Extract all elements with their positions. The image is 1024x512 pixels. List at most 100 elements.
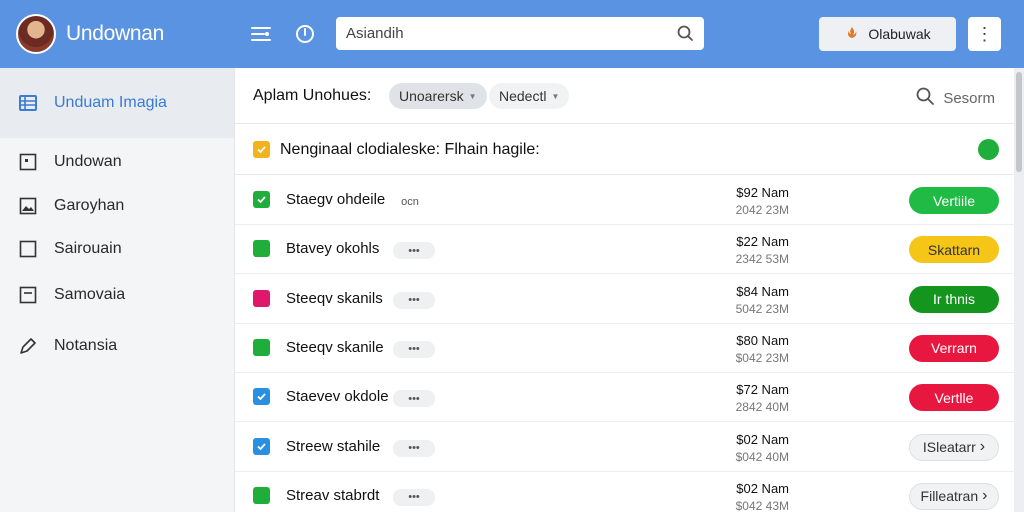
main-action-button[interactable]: Olabuwak [819,17,956,51]
filter-chip-2[interactable]: Nedectl ▼ [489,83,570,109]
table-row[interactable]: Steeqv skanils ••• $84 Nam 5042 23M Ir thnis [235,275,1015,324]
row-checkbox[interactable] [253,240,270,258]
campfire-icon [844,25,860,44]
table-row[interactable]: Staegv ohdeile ocn $92 Nam 2042 23M Vertiile [235,176,1015,225]
status-badge[interactable]: Vertlle [909,384,999,412]
square-dot-icon [18,152,38,172]
panel-search[interactable]: Sesorm [915,86,995,110]
more-options-button[interactable]: ⋮ [968,17,1001,51]
row-tag: ocn [401,195,419,208]
row-checkbox[interactable] [253,338,270,356]
filter-label: Aplam Unohues: [253,87,372,104]
row-name: Staegv ohdeile [286,191,386,208]
sidebar-item-unduam-imagia[interactable]: Unduam Imagia [0,83,234,123]
row-amount: $02 Nam [736,480,789,496]
sidebar-item-label: Notansia [54,337,118,354]
row-name: Btavey okohls [286,240,380,258]
row-amount: $22 Nam [736,234,789,250]
row-name: Staevev okdole [286,388,389,406]
row-subtext: $042 43M [735,498,789,512]
row-name: Steeqv skanile [286,338,384,356]
filter-toolbar: Aplam Unohues: Unoarersk ▼ Nedectl ▼ Ses… [235,68,1015,124]
sidebar: Unduam Imagia Undowan Garoyhan Sairouain… [0,68,234,512]
status-badge[interactable]: Ir thnis [909,285,999,313]
row-checkbox[interactable] [253,388,270,406]
avatar[interactable] [16,14,56,54]
clock-icon[interactable] [293,22,317,46]
row-tag: ••• [393,390,435,408]
sidebar-item-label: Sairouain [54,240,122,257]
row-amount: $72 Nam [736,382,789,398]
status-badge[interactable]: Verrarn [909,334,999,362]
main-panel: Aplam Unohues: Unoarersk ▼ Nedectl ▼ Ses… [234,68,1015,512]
pen-icon [18,336,38,356]
scrollbar-thumb[interactable] [1016,72,1022,172]
sidebar-item-notansia[interactable]: Notansia [0,326,234,366]
chevron-down-icon: ▼ [551,91,560,101]
table-row[interactable]: Btavey okohls ••• $22 Nam 2342 53M Skattarn [235,225,1015,275]
group-header: Nenginaal clodialeske: Flhain hagile: [235,125,1015,175]
chevron-right-icon: › [979,438,986,455]
row-name: Steeqv skanils [286,289,383,307]
row-subtext: 2042 23M [735,203,789,217]
row-name: Streew stahile [286,437,381,455]
status-badge[interactable]: Filleatran › [909,482,999,510]
table-row[interactable]: Staevev okdole ••• $72 Nam 2842 40M Vertlle [235,373,1015,423]
panel-search-label: Sesorm [943,89,995,107]
filter-chip-1-label: Unoarersk [399,88,464,104]
status-badge[interactable]: Vertiile [909,187,999,214]
table-row[interactable]: Streav stabrdt ••• $02 Nam $042 43M Filleatr… [235,472,1015,512]
chevron-right-icon: › [982,487,988,505]
row-subtext: 2342 53M [735,252,789,267]
image-icon [18,196,38,216]
table-row[interactable]: Steeqv skanile ••• $80 Nam $042 23M Verrarn [235,324,1015,373]
row-amount: $84 Nam [736,283,789,299]
row-amount: $80 Nam [736,332,789,348]
status-badge[interactable]: Skattarn [909,236,999,264]
row-amount: $92 Nam [736,185,789,200]
table-row[interactable]: Streew stahile ••• $02 Nam $042 40M ISleatar… [235,423,1015,472]
list-icon [18,93,38,113]
chevron-down-icon: ▼ [468,91,477,101]
status-badge[interactable]: ISleatarr › [909,433,999,461]
row-subtext: 2842 40M [735,400,789,415]
row-tag: ••• [393,439,435,457]
row-checkbox[interactable] [253,289,270,307]
sidebar-item-label: Samovaia [54,286,126,303]
row-tag: ••• [393,488,435,506]
sidebar-item-label: Garoyhan [54,197,125,214]
sidebar-item-label: Unduam Imagia [54,94,167,111]
row-subtext: $042 23M [735,350,789,365]
group-label: Nenginaal clodialeske: Flhain hagile: [280,141,540,158]
row-tag: ••• [393,291,435,309]
sidebar-item-sairouain[interactable]: Sairouain [0,229,234,269]
search-bar[interactable] [336,17,704,50]
menu-icon[interactable] [249,22,273,46]
sidebar-item-garoyhan[interactable]: Garoyhan [0,186,234,226]
row-subtext: $042 40M [735,449,789,464]
filter-chip-2-label: Nedectl [499,88,547,104]
row-checkbox[interactable] [253,191,270,208]
row-tag: ••• [393,340,435,358]
status-label: Filleatran [920,488,979,505]
sidebar-item-samovaia[interactable]: Samovaia [0,275,234,315]
search-icon [915,86,935,110]
row-tag: ••• [393,242,435,260]
status-label: ISleatarr [922,439,976,455]
main-action-label: Olabuwak [868,26,931,42]
filter-chip-1[interactable]: Unoarersk ▼ [389,83,487,109]
square-icon [18,239,38,259]
search-input[interactable] [346,23,666,43]
row-checkbox[interactable] [253,486,270,504]
row-amount: $02 Nam [736,431,789,447]
sidebar-item-label: Undowan [54,153,122,170]
row-checkbox[interactable] [253,437,270,455]
top-bar: Undownan Olabuwak ⋮ [0,0,1024,68]
scrollbar[interactable] [1014,68,1024,512]
row-subtext: 5042 23M [735,301,789,316]
row-name: Streav stabrdt [286,486,380,504]
group-checkbox[interactable] [253,141,270,158]
sidebar-item-undowan[interactable]: Undowan [0,142,234,182]
group-status-dot [978,139,999,160]
search-icon[interactable] [676,24,694,42]
